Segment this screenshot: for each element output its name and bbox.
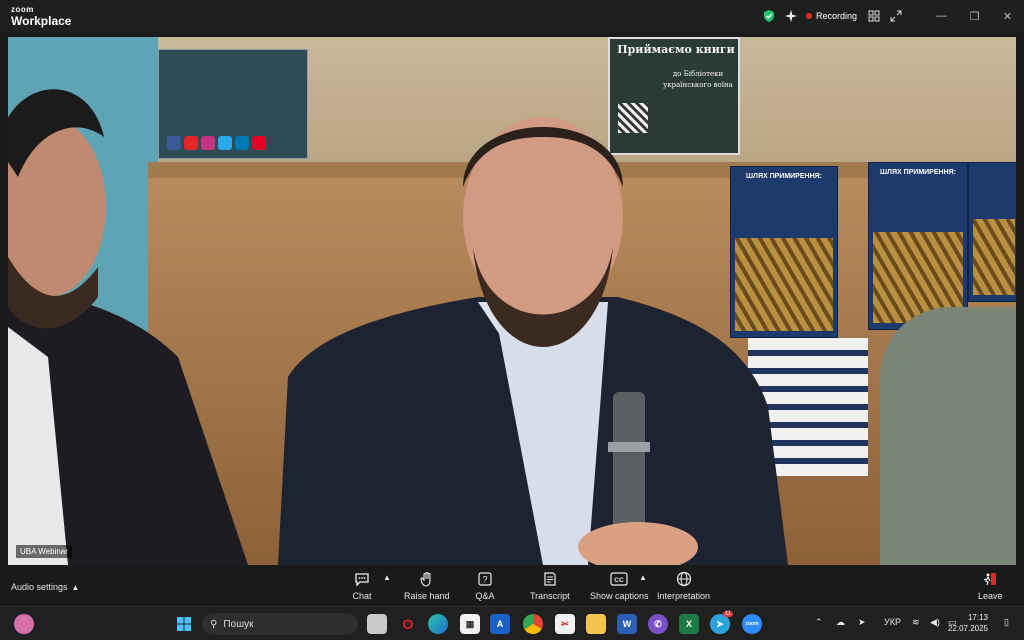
raise-hand-button[interactable]: Raise hand (404, 569, 450, 601)
edge-icon[interactable] (428, 614, 448, 634)
participant-left (8, 89, 248, 565)
book-cover (968, 162, 1016, 302)
recording-label: Recording (815, 11, 857, 21)
grid-icon[interactable] (863, 5, 885, 27)
snipping-icon[interactable]: ✂ (555, 614, 575, 634)
notifications-icon[interactable]: ▯ (1004, 617, 1009, 628)
wifi-icon[interactable]: ≋ (912, 617, 920, 628)
qa-icon: ? (475, 569, 495, 589)
chat-button[interactable]: Chat (352, 569, 372, 601)
taskbar-search[interactable]: ⚲ Пошук (202, 613, 358, 635)
transcript-label: Transcript (530, 591, 570, 601)
opera-icon[interactable]: O (398, 614, 418, 634)
viber-icon[interactable]: ✆ (648, 614, 668, 634)
captions-icon: CC (609, 569, 629, 589)
restore-icon[interactable]: ❐ (958, 0, 991, 32)
sparkle-icon[interactable] (780, 5, 802, 27)
meeting-controls: Audio settings ▲ Chat ▲ Raise hand ? Q&A… (0, 565, 1024, 606)
logo-small-text: zoom (11, 5, 34, 14)
excel-icon[interactable]: X (679, 614, 699, 634)
qa-label: Q&A (475, 591, 495, 601)
store-icon[interactable]: ▦ (460, 614, 480, 634)
widgets-icon[interactable] (14, 614, 34, 634)
leave-icon (980, 569, 1000, 589)
volume-icon[interactable]: ◀) (930, 617, 940, 628)
close-icon[interactable]: ✕ (991, 0, 1024, 32)
svg-text:?: ? (482, 575, 487, 585)
qa-button[interactable]: ? Q&A (475, 569, 495, 601)
chat-options-chevron-icon[interactable]: ▲ (383, 573, 391, 582)
book-title: ШЛЯХ ПРИМИРЕННЯ: (880, 169, 956, 176)
recording-indicator[interactable]: Recording (805, 11, 857, 21)
globe-icon (674, 569, 694, 589)
hand-icon (417, 569, 437, 589)
task-view-icon[interactable] (367, 614, 387, 634)
search-placeholder: Пошук (223, 618, 254, 630)
captions-options-chevron-icon[interactable]: ▲ (639, 573, 647, 582)
recording-dot-icon (805, 13, 812, 19)
participant-right (880, 307, 1016, 565)
clock-date: 22.07.2025 (947, 623, 988, 633)
raise-hand-label: Raise hand (404, 591, 450, 601)
audio-settings-button[interactable]: Audio settings ▲ (11, 582, 79, 592)
participant-speaker (278, 117, 788, 565)
zoom-app-icon[interactable]: zoom (742, 614, 762, 634)
word-icon[interactable]: W (617, 614, 637, 634)
logo-big-text: Workplace (11, 14, 72, 28)
leave-label: Leave (978, 591, 1003, 601)
telegram-badge: 11 (723, 611, 734, 617)
book-cover: ШЛЯХ ПРИМИРЕННЯ: (868, 162, 968, 330)
tray-overflow-icon[interactable]: ⌃ (815, 617, 823, 628)
transcript-icon (540, 569, 560, 589)
transcript-button[interactable]: Transcript (530, 569, 570, 601)
language-indicator[interactable]: УКР (884, 617, 901, 627)
leave-button[interactable]: Leave (978, 569, 1003, 601)
shield-check-icon[interactable] (758, 5, 780, 27)
file-explorer-icon[interactable] (586, 614, 606, 634)
audio-settings-label: Audio settings (11, 582, 68, 592)
search-icon: ⚲ (210, 618, 218, 630)
telegram-icon[interactable]: ➤ (710, 614, 730, 634)
zoom-workplace-logo: zoom Workplace (11, 5, 72, 28)
chat-icon (352, 569, 372, 589)
poster-title: Приймаємо книги (617, 43, 735, 56)
minimize-icon[interactable]: — (925, 0, 958, 32)
taskbar-clock[interactable]: 17:13 22.07.2025 (948, 613, 988, 635)
windows-start-icon[interactable] (174, 614, 194, 634)
windows-taskbar: ⚲ Пошук O ▦ A ✂ W ✆ X ➤ 11 zoom ⌃ ☁ ➤ УК… (0, 606, 1024, 640)
location-icon[interactable]: ➤ (858, 617, 866, 628)
clock-time: 17:13 (967, 613, 988, 622)
svg-text:CC: CC (615, 577, 625, 584)
cloud-icon[interactable]: ☁ (836, 617, 845, 628)
chat-label: Chat (352, 591, 372, 601)
title-bar: zoom Workplace Recording — ❐ ✕ (0, 0, 1024, 32)
interpretation-button[interactable]: Interpretation (657, 569, 710, 601)
interpretation-label: Interpretation (657, 591, 711, 601)
participant-name-tag: UBA Webinar (16, 545, 72, 558)
editor-icon[interactable]: A (490, 614, 510, 634)
show-captions-label: Show captions (590, 591, 649, 601)
chrome-icon[interactable] (523, 614, 543, 634)
chevron-up-icon: ▲ (71, 582, 80, 592)
fullscreen-icon[interactable] (885, 5, 907, 27)
video-feed[interactable]: Приймаємо книги до Бібліотеки українсько… (8, 37, 1016, 565)
